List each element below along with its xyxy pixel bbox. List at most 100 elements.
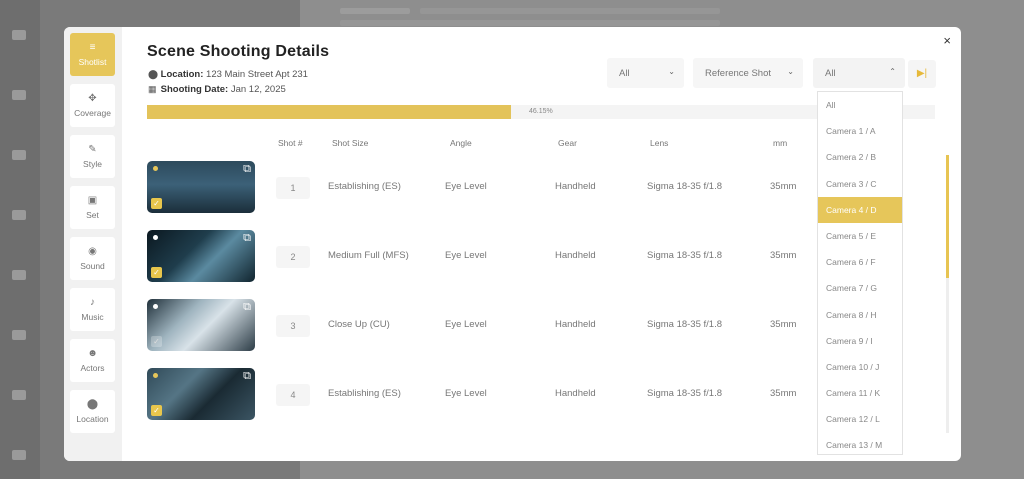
camera-option[interactable]: Camera 3 / C [818, 171, 902, 197]
date-line: ▦ Shooting Date: Jan 12, 2025 [148, 84, 286, 95]
close-icon[interactable]: × [943, 33, 951, 48]
skip-forward-icon[interactable]: ▶| [908, 60, 936, 88]
list-icon: ≡ [89, 42, 96, 53]
shot-angle: Eye Level [445, 388, 487, 399]
shot-lens: Sigma 18-35 f/1.8 [647, 388, 722, 399]
open-external-icon[interactable]: ⧉ [243, 370, 251, 383]
rail-label: Shotlist [78, 57, 107, 67]
rail-label: Set [86, 210, 99, 220]
shot-mm: 35mm [770, 388, 797, 399]
camera-option[interactable]: Camera 4 / D [818, 196, 902, 223]
modal-title: Scene Shooting Details [147, 43, 330, 60]
shot-number: 2 [276, 246, 310, 268]
shot-gear: Handheld [555, 388, 596, 399]
shot-size: Close Up (CU) [328, 319, 390, 330]
header-gear: Gear [558, 138, 577, 148]
chevron-down-icon: ⌄ [668, 67, 675, 76]
location-label: Location: [160, 69, 204, 80]
location-pin-icon: ⬤ [86, 399, 99, 410]
camera-option[interactable]: Camera 8 / H [818, 302, 902, 328]
camera-option[interactable]: Camera 2 / B [818, 144, 902, 170]
header-shot-number: Shot # [278, 138, 303, 148]
shot-mm: 35mm [770, 250, 797, 261]
open-external-icon[interactable]: ⧉ [243, 301, 251, 314]
camera-dropdown-menu: All Camera 1 / A Camera 2 / B Camera 3 /… [817, 91, 903, 455]
date-value: Jan 12, 2025 [230, 84, 286, 95]
camera-option[interactable]: Camera 13 / M [818, 432, 902, 454]
status-dot [153, 166, 158, 171]
filter-select-value: All [825, 68, 836, 79]
rail-item-actors[interactable]: ☻ Actors [70, 339, 115, 382]
shot-size: Medium Full (MFS) [328, 250, 409, 261]
wand-icon: ✎ [88, 144, 97, 155]
rail-item-shotlist[interactable]: ≡ Shotlist [70, 33, 115, 76]
rail-item-style[interactable]: ✎ Style [70, 135, 115, 178]
rail-item-coverage[interactable]: ✥ Coverage [70, 84, 115, 127]
header-shot-size: Shot Size [332, 138, 369, 148]
music-icon: ♪ [90, 297, 95, 308]
scene-details-modal: ≡ Shotlist ✥ Coverage ✎ Style ▣ Set ◉ So… [64, 27, 961, 461]
calendar-icon: ▦ [148, 84, 157, 94]
shot-gear: Handheld [555, 319, 596, 330]
rail-item-sound[interactable]: ◉ Sound [70, 237, 115, 280]
shot-thumbnail[interactable]: ⧉ ✓ [147, 299, 255, 351]
camera-option[interactable]: All [818, 92, 902, 118]
camera-option[interactable]: Camera 1 / A [818, 118, 902, 144]
background-sidebar [0, 0, 40, 479]
rail-label: Sound [80, 261, 105, 271]
date-label: Shooting Date: [160, 84, 229, 95]
camera-option[interactable]: Camera 7 / G [818, 275, 902, 301]
rail-label: Location [76, 414, 109, 424]
chevron-down-icon: ⌄ [787, 67, 794, 76]
open-external-icon[interactable]: ⧉ [243, 163, 251, 176]
shot-gear: Handheld [555, 250, 596, 261]
shot-checkbox[interactable]: ✓ [151, 267, 162, 278]
table-row[interactable]: ⧉ ✓ 4 Establishing (ES) Eye Level Handhe… [147, 368, 847, 424]
filter-select-value: Reference Shot [705, 68, 772, 79]
table-row[interactable]: ⧉ ✓ 3 Close Up (CU) Eye Level Handheld S… [147, 299, 847, 355]
progress-fill [147, 105, 511, 119]
move-icon: ✥ [88, 93, 97, 104]
chevron-up-icon: ⌃ [889, 67, 896, 76]
shot-angle: Eye Level [445, 250, 487, 261]
shot-gear: Handheld [555, 181, 596, 192]
status-dot [153, 304, 158, 309]
camera-select[interactable]: All ⌃ [813, 58, 905, 88]
camera-option[interactable]: Camera 11 / K [818, 380, 902, 406]
shot-checkbox[interactable]: ✓ [151, 405, 162, 416]
camera-option[interactable]: Camera 12 / L [818, 406, 902, 432]
table-row[interactable]: ⧉ ✓ 2 Medium Full (MFS) Eye Level Handhe… [147, 230, 847, 286]
shot-angle: Eye Level [445, 319, 487, 330]
scrollbar-thumb[interactable] [946, 155, 949, 278]
shot-number: 4 [276, 384, 310, 406]
shot-thumbnail[interactable]: ⧉ ✓ [147, 161, 255, 213]
filter-select-value: All [619, 68, 630, 79]
rail-item-set[interactable]: ▣ Set [70, 186, 115, 229]
camera-option[interactable]: Camera 6 / F [818, 249, 902, 275]
status-dot [153, 373, 158, 378]
shot-checkbox[interactable]: ✓ [151, 336, 162, 347]
set-icon: ▣ [87, 195, 98, 206]
shot-mm: 35mm [770, 319, 797, 330]
camera-option[interactable]: Camera 5 / E [818, 223, 902, 249]
rail-label: Music [81, 312, 104, 322]
status-dot [153, 235, 158, 240]
location-pin-icon: ⬤ [148, 69, 159, 79]
rail-item-location[interactable]: ⬤ Location [70, 390, 115, 433]
reference-shot-select[interactable]: Reference Shot ⌄ [693, 58, 803, 88]
shot-size: Establishing (ES) [328, 181, 401, 192]
open-external-icon[interactable]: ⧉ [243, 232, 251, 245]
rail-item-music[interactable]: ♪ Music [70, 288, 115, 331]
shot-thumbnail[interactable]: ⧉ ✓ [147, 230, 255, 282]
header-mm: mm [773, 138, 788, 148]
header-angle: Angle [450, 138, 472, 148]
shot-thumbnail[interactable]: ⧉ ✓ [147, 368, 255, 420]
filter-select-1[interactable]: All ⌄ [607, 58, 684, 88]
camera-option[interactable]: Camera 9 / I [818, 328, 902, 354]
sound-icon: ◉ [88, 246, 97, 257]
table-row[interactable]: ⧉ ✓ 1 Establishing (ES) Eye Level Handhe… [147, 161, 847, 217]
camera-option[interactable]: Camera 10 / J [818, 354, 902, 380]
shot-mm: 35mm [770, 181, 797, 192]
location-value: 123 Main Street Apt 231 [206, 69, 308, 80]
shot-checkbox[interactable]: ✓ [151, 198, 162, 209]
